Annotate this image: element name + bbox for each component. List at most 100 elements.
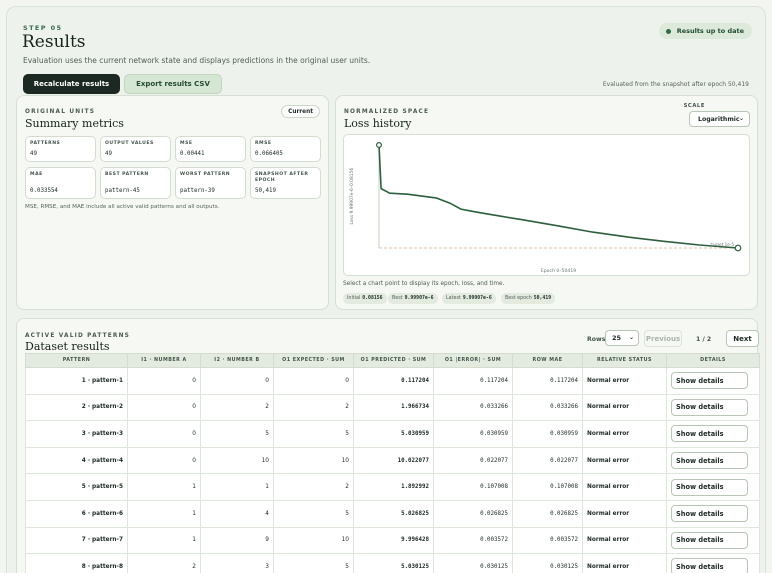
show-details-button[interactable]: Show details [671,505,748,523]
cell-details: Show details [666,473,760,501]
metrics-note: MSE, RMSE, and MAE include all active va… [25,204,220,210]
cell-row-mae: 0.117204 [512,367,583,395]
cell-pattern: 3 · pattern-3 [25,420,128,448]
cell-error: 0.026825 [433,499,513,528]
cell-number-b: 2 [200,393,274,422]
show-details-button[interactable]: Show details [671,372,748,390]
cell-predicted: 5.026825 [353,499,434,528]
cell-expected: 5 [273,553,354,573]
cell-row-mae: 0.022077 [512,446,583,475]
status-badge: Results up to date [658,23,752,39]
cell-expected: 10 [273,446,354,475]
cell-number-a: 0 [127,393,201,422]
show-details-button[interactable]: Show details [671,398,748,416]
table-row: 4 · pattern-4 0 10 10 10.022077 0.022077 0.022… [25,446,760,475]
show-details-button[interactable]: Show details [671,425,748,443]
recalculate-button[interactable]: Recalculate results [23,74,120,94]
col-status: RELATIVE STATUS [582,353,667,368]
cell-status: Normal error [582,526,667,555]
cell-error: 0.003572 [433,526,513,555]
cell-predicted: 10.022077 [353,446,434,475]
cell-expected: 2 [273,473,354,501]
show-details-button[interactable]: Show details [671,478,748,496]
end-point [734,244,742,252]
cell-number-a: 0 [127,446,201,475]
metric-worst-pattern: WORST PATTERN pattern-39 [175,167,246,199]
table-row: 7 · pattern-7 1 9 10 9.996428 0.003572 0.00357… [25,526,760,555]
scale-select[interactable]: Logarithmic ⌄ [689,111,750,127]
show-details-button[interactable]: Show details [671,531,748,549]
cell-number-b: 5 [200,420,274,448]
summary-eyebrow: ORIGINAL UNITS [25,109,96,115]
cell-status: Normal error [582,367,667,395]
cell-status: Normal error [582,446,667,475]
cell-predicted: 1.892992 [353,473,434,501]
cell-predicted: 5.030125 [353,553,434,573]
cell-pattern: 8 · pattern-8 [25,553,128,573]
cell-number-b: 9 [200,526,274,555]
cell-number-a: 1 [127,499,201,528]
cell-number-b: 10 [200,446,274,475]
loss-chart-svg: Loss 9.99907e-6–0.08156 Epoch 0–50419 targ… [349,141,742,274]
chevron-down-icon: ⌄ [628,334,634,341]
dataset-eyebrow: ACTIVE VALID PATTERNS [25,333,131,339]
loss-chart[interactable]: Loss 9.99907e-6–0.08156 Epoch 0–50419 targ… [343,134,750,276]
table-row: 3 · pattern-3 0 5 5 5.030959 0.030959 0.030959… [25,420,760,448]
cell-row-mae: 0.030125 [512,553,583,573]
metric-best-pattern: BEST PATTERN pattern-45 [100,167,171,199]
summary-title: Summary metrics [25,117,124,130]
previous-page-button[interactable]: Previous [644,330,682,347]
cell-details: Show details [666,367,760,395]
cell-number-b: 4 [200,499,274,528]
cell-number-a: 2 [127,553,201,573]
cell-row-mae: 0.026825 [512,499,583,528]
col-error: O1 |ERROR| · SUM [433,353,513,368]
cell-row-mae: 0.030959 [512,420,583,448]
col-row-mae: ROW MAE [512,353,583,368]
stat-latest: Latest 9.99907e-6 [442,293,496,304]
cell-details: Show details [666,499,760,528]
chart-hint: Select a chart point to display its epoc… [343,281,505,287]
next-page-button[interactable]: Next [726,330,759,347]
cell-row-mae: 0.003572 [512,526,583,555]
table-row: 6 · pattern-6 1 4 5 5.026825 0.026825 0.026825… [25,499,760,528]
cell-pattern: 4 · pattern-4 [25,446,128,475]
cell-expected: 5 [273,420,354,448]
show-details-button[interactable]: Show details [671,558,748,573]
table-header-row: PATTERN I1 · NUMBER A I2 · NUMBER B O1 E… [25,353,760,368]
cell-predicted: 0.117204 [353,367,434,395]
metric-output-values: OUTPUT VALUES 49 [100,136,171,162]
cell-number-b: 0 [200,367,274,395]
cell-pattern: 2 · pattern-2 [25,393,128,422]
table-row: 1 · pattern-1 0 0 0 0.117204 0.117204 0.117204… [25,367,760,395]
cell-error: 0.107008 [433,473,513,501]
cell-pattern: 6 · pattern-6 [25,499,128,528]
cell-status: Normal error [582,553,667,573]
status-text: Results up to date [676,27,744,35]
export-csv-button[interactable]: Export results CSV [124,74,222,94]
page-indicator: 1 / 2 [696,336,712,343]
y-axis-label: Loss 9.99907e-6–0.08156 [349,168,355,225]
stat-best-epoch: Best epoch 50,419 [501,293,556,304]
cell-expected: 0 [273,367,354,395]
cell-status: Normal error [582,393,667,422]
cell-number-a: 0 [127,420,201,448]
metric-mse: MSE 0.00441 [175,136,246,162]
current-badge: Current [281,105,320,118]
cell-status: Normal error [582,499,667,528]
col-expected: O1 EXPECTED · SUM [273,353,354,368]
cell-predicted: 5.030959 [353,420,434,448]
cell-status: Normal error [582,420,667,448]
cell-error: 0.022077 [433,446,513,475]
table-row: 8 · pattern-8 2 3 5 5.030125 0.030125 0.030125… [25,553,760,573]
table-row: 2 · pattern-2 0 2 2 1.966734 0.033266 0.033266… [25,393,760,422]
cell-details: Show details [666,553,760,573]
cell-error: 0.033266 [433,393,513,422]
cell-number-a: 0 [127,367,201,395]
show-details-button[interactable]: Show details [671,452,748,470]
rows-per-page-select[interactable]: 25 ⌄ [605,330,639,346]
cell-status: Normal error [582,473,667,501]
col-pattern: PATTERN [25,353,128,368]
cell-details: Show details [666,393,760,422]
cell-predicted: 1.966734 [353,393,434,422]
